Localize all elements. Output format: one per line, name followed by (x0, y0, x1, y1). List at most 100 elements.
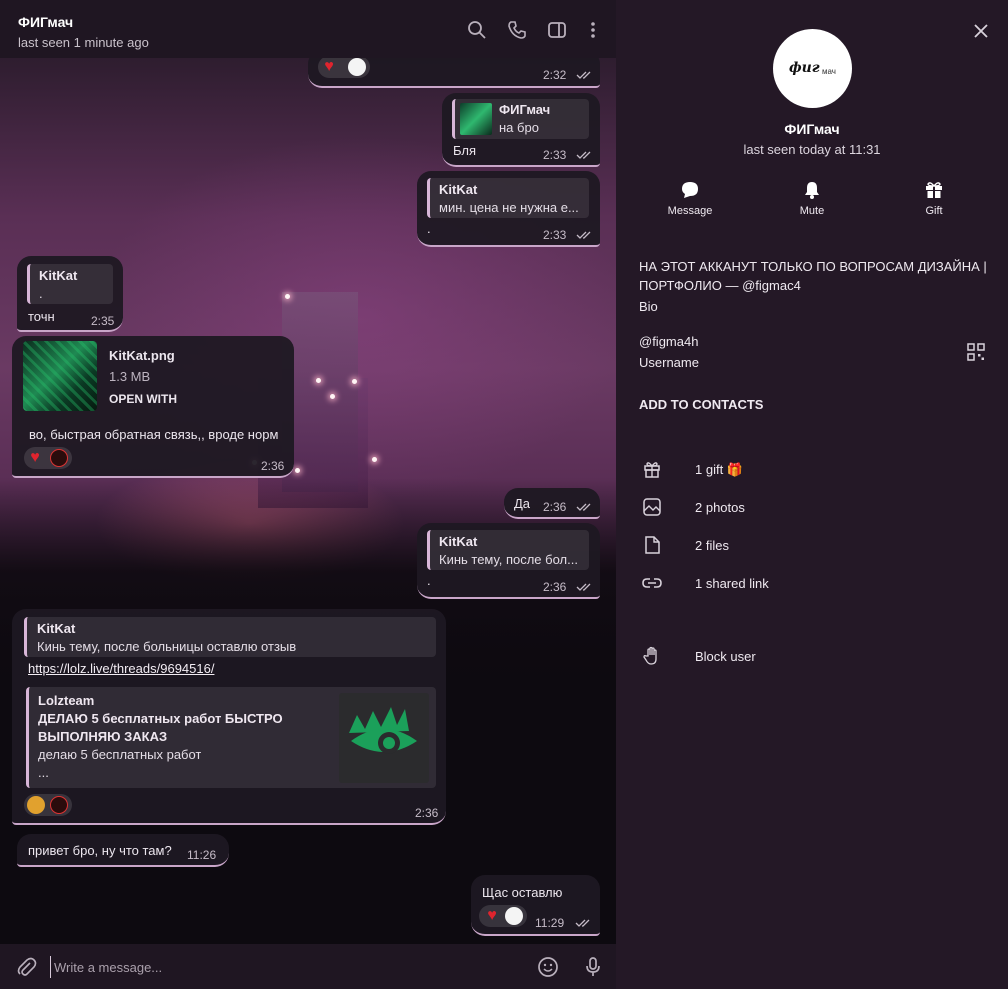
gift-button[interactable]: Gift (894, 180, 974, 217)
message-text: привет бро, ну что там? (28, 843, 172, 858)
message-bubble-out[interactable]: KitKat Кинь тему, после бол... . 2:36 (417, 523, 600, 599)
files-row[interactable]: 2 files (616, 531, 1008, 561)
username-label: Username (639, 355, 699, 370)
reply-text: на бро (499, 120, 539, 135)
message-link[interactable]: https://lolz.live/threads/9694516/ (28, 661, 214, 676)
emoji-icon[interactable] (537, 956, 559, 978)
reaction-bar[interactable]: ♥ (318, 56, 370, 78)
preview-title: ДЕЛАЮ 5 бесплатных работ БЫСТРО (38, 711, 283, 726)
message-text: во, быстрая обратная связь,, вроде норм (29, 427, 279, 442)
block-user-row[interactable]: Block user (616, 642, 1008, 672)
profile-status: last seen today at 11:31 (743, 142, 881, 157)
attach-icon[interactable] (15, 956, 37, 978)
reply-quote[interactable]: ФИГмач на бро (452, 99, 589, 139)
reply-quote[interactable]: KitKat . (27, 264, 113, 304)
message-bubble-in[interactable]: KitKat . точн 2:35 (17, 256, 123, 332)
profile-panel: фиг мач ФИГмач last seen today at 11:31 … (616, 0, 1008, 989)
message-bubble-in[interactable]: KitKat.png 1.3 MB OPEN WITH во, быстрая … (12, 336, 294, 478)
search-icon[interactable] (467, 20, 487, 40)
bio-label: Bio (639, 299, 658, 314)
heart-reaction-icon: ♥ (324, 58, 334, 75)
message-bubble-out[interactable]: Щас оставлю ♥ 11:29 (471, 875, 600, 936)
reply-author: KitKat (39, 268, 78, 283)
message-bubble-in[interactable]: KitKat Кинь тему, после больницы оставлю… (12, 609, 446, 825)
message-time: 2:35 (91, 314, 115, 328)
message-time: 2:33 (543, 228, 567, 242)
heart-reaction-icon: ♥ (30, 449, 40, 466)
message-composer (0, 944, 616, 989)
read-ticks-icon (576, 582, 594, 592)
read-ticks-icon (576, 70, 594, 80)
message-time: 2:32 (543, 68, 567, 82)
bio-text-line: НА ЭТОТ АККАНУТ ТОЛЬКО ПО ВОПРОСАМ ДИЗАЙ… (639, 259, 987, 274)
preview-site-name: Lolzteam (38, 693, 95, 708)
sidebar-icon[interactable] (547, 20, 567, 40)
mute-button[interactable]: Mute (772, 180, 852, 217)
photos-row[interactable]: 2 photos (616, 493, 1008, 523)
reply-quote[interactable]: KitKat Кинь тему, после бол... (427, 530, 589, 570)
message-button-label: Message (667, 205, 713, 217)
phone-icon[interactable] (507, 20, 527, 40)
reactor-avatar (348, 58, 366, 76)
message-time: 2:36 (415, 806, 439, 820)
wallpaper-light (330, 394, 335, 399)
message-text: Щас оставлю (482, 885, 563, 900)
shared-links-label: 1 shared link (695, 576, 769, 591)
qr-icon[interactable] (967, 343, 985, 361)
bio-text-line[interactable]: ПОРТФОЛИО — @figmac4 (639, 278, 801, 293)
read-ticks-icon (576, 502, 594, 512)
message-bubble-in[interactable]: привет бро, ну что там? 11:26 (17, 834, 229, 867)
gifts-row[interactable]: 1 gift 🎁 (616, 455, 1008, 485)
reply-text: . (39, 286, 43, 301)
close-icon[interactable] (972, 22, 990, 40)
message-time: 2:36 (543, 580, 567, 594)
reply-text: Кинь тему, после бол... (439, 552, 578, 567)
message-bubble-out[interactable]: KitKat мин. цена не нужна е... . 2:33 (417, 171, 600, 247)
message-input[interactable] (50, 956, 510, 978)
message-text: Бля (453, 143, 477, 158)
message-bubble-out[interactable]: Да 2:36 (504, 488, 600, 519)
message-time: 11:26 (187, 848, 217, 862)
more-icon[interactable] (583, 20, 603, 40)
lolzteam-logo-icon (349, 707, 417, 754)
file-name: KitKat.png (109, 348, 175, 363)
add-to-contacts-button[interactable]: ADD TO CONTACTS (639, 397, 763, 412)
reaction-bar[interactable] (24, 794, 72, 816)
gift-icon (926, 182, 942, 198)
message-time: 11:29 (535, 916, 565, 930)
shared-links-row[interactable]: 1 shared link (616, 569, 1008, 599)
file-icon (642, 535, 662, 555)
message-time: 2:33 (543, 148, 567, 162)
chat-title[interactable]: ФИГмач (18, 14, 73, 30)
open-with-button[interactable]: OPEN WITH (109, 392, 177, 406)
read-ticks-icon (575, 918, 593, 928)
reply-quote[interactable]: KitKat Кинь тему, после больницы оставлю… (24, 617, 436, 657)
file-thumbnail[interactable] (23, 341, 97, 411)
photo-icon (642, 497, 662, 517)
preview-description-more: ... (38, 765, 49, 780)
reaction-bar[interactable]: ♥ (24, 447, 72, 469)
wallpaper-light (285, 294, 290, 299)
reaction-bar[interactable]: ♥ (479, 905, 527, 927)
files-label: 2 files (695, 538, 729, 553)
reactor-avatar (50, 796, 68, 814)
wallpaper-light (316, 378, 321, 383)
message-button[interactable]: Message (650, 180, 730, 217)
reply-thumbnail (460, 103, 492, 135)
preview-image (339, 693, 429, 783)
username-value[interactable]: @figma4h (639, 334, 698, 349)
bell-icon (805, 182, 819, 199)
chat-header: ФИГмач last seen 1 minute ago (0, 0, 616, 58)
wallpaper-light (372, 457, 377, 462)
message-text: . (427, 573, 431, 588)
gift-icon (642, 459, 662, 479)
mic-icon[interactable] (582, 956, 604, 978)
profile-avatar[interactable]: фиг мач (773, 29, 852, 108)
avatar-logo-text: фиг (789, 60, 820, 76)
message-bubble-out[interactable]: ФИГмач на бро Бля 2:33 (442, 93, 600, 167)
gifts-label: 1 gift 🎁 (695, 462, 743, 477)
block-user-label: Block user (695, 649, 756, 664)
reply-quote[interactable]: KitKat мин. цена не нужна е... (427, 178, 589, 218)
wallpaper-light (295, 468, 300, 473)
link-preview-card[interactable]: Lolzteam ДЕЛАЮ 5 бесплатных работ БЫСТРО… (26, 687, 436, 788)
